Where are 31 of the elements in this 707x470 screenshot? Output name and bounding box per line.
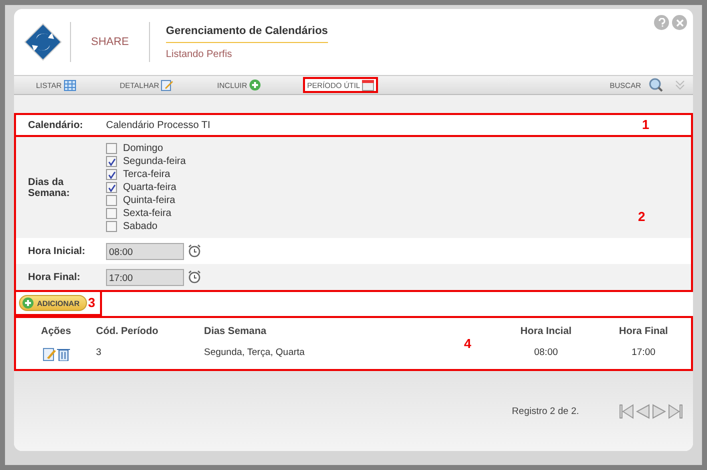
field-label: Hora Final: bbox=[27, 272, 82, 282]
callout-number: 4 bbox=[463, 336, 472, 351]
record-count: Registro 2 de 2. bbox=[512, 406, 579, 416]
day-label: Sabado bbox=[123, 221, 158, 232]
table-cell-text: 3 bbox=[96, 347, 102, 360]
field-label: Dias da Semana: bbox=[27, 176, 71, 198]
callout-number: 1 bbox=[642, 117, 650, 132]
table-cell-text: 17:00 bbox=[630, 347, 656, 360]
column-header: Hora Final bbox=[618, 325, 669, 339]
field-label: Calendário: bbox=[27, 120, 84, 130]
page-subtitle: Listando Perfis bbox=[166, 48, 234, 60]
column-header: Hora Incial bbox=[519, 325, 573, 339]
table-cell-text: Segunda, Terça, Quarta bbox=[204, 347, 306, 360]
day-label: Segunda-feira bbox=[123, 156, 186, 167]
day-label: Domingo bbox=[123, 143, 164, 154]
day-label: Quarta-feira bbox=[123, 182, 176, 193]
field-label: Hora Inicial: bbox=[27, 246, 86, 256]
column-header: Ações bbox=[40, 325, 72, 339]
time-field[interactable]: 08:00 bbox=[106, 242, 184, 260]
column-header: Dias Semana bbox=[204, 325, 268, 339]
callout-number: 3 bbox=[88, 295, 96, 310]
page-title: Gerenciamento de Calendários bbox=[166, 24, 328, 42]
calendar-name: Calendário Processo TI bbox=[106, 120, 210, 130]
table-cell-text: 08:00 bbox=[533, 347, 559, 360]
column-header: Cód. Período bbox=[96, 325, 160, 339]
day-label: Terca-feira bbox=[123, 169, 170, 180]
brand-name: SHARE bbox=[70, 22, 150, 62]
callout-number: 2 bbox=[638, 209, 646, 224]
time-field[interactable]: 17:00 bbox=[106, 268, 184, 286]
day-label: Quinta-feira bbox=[123, 195, 176, 206]
day-label: Sexta-feira bbox=[123, 208, 172, 219]
